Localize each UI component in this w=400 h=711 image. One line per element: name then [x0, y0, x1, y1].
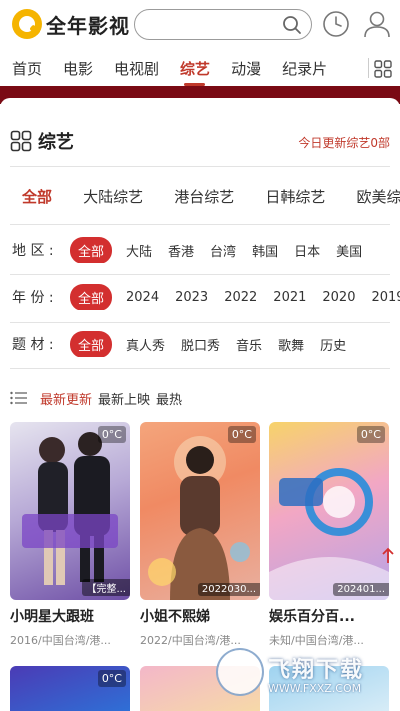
show-title[interactable]: 娱乐百分百...: [269, 606, 389, 626]
poster-art: [22, 432, 118, 585]
category-nav: 首页 电影 电视剧 综艺 动漫 纪录片: [0, 50, 400, 86]
sort-bar: 最新更新 最新上映 最热: [10, 388, 188, 408]
filter-option[interactable]: 2020: [322, 290, 355, 305]
grid-menu-icon[interactable]: [374, 60, 392, 78]
divider: [10, 322, 390, 323]
poster-art: [269, 468, 389, 600]
filter-option[interactable]: 大陆: [126, 241, 152, 260]
tab-western[interactable]: 欧美综艺: [356, 186, 400, 207]
filter-option[interactable]: 历史: [320, 335, 346, 354]
tab-jp-kr[interactable]: 日韩综艺: [265, 186, 325, 207]
filter-option[interactable]: 音乐: [236, 335, 262, 354]
nav-movies[interactable]: 电影: [63, 58, 102, 79]
search-input[interactable]: [134, 9, 312, 40]
show-poster[interactable]: 0°C 202401...: [269, 422, 389, 600]
sort-latest-release[interactable]: 最新上映: [98, 389, 150, 408]
history-icon[interactable]: [322, 10, 350, 38]
show-card[interactable]: 0°C 2022030... 小姐不熙娣 2022/中国台湾/港...: [140, 422, 260, 648]
site-watermark: 飞翔下载 WWW.FXXZ.COM: [216, 646, 400, 710]
variety-panel: 综艺 今日更新综艺0部 全部 大陆综艺 港台综艺 日韩综艺 欧美综艺 地 区 :…: [0, 98, 400, 711]
show-poster[interactable]: 0°C 【完整...: [10, 422, 130, 600]
filter-option[interactable]: 台湾: [210, 241, 236, 260]
heat-badge: 0°C: [97, 670, 126, 687]
filter-option[interactable]: 2019: [371, 290, 400, 305]
filter-option[interactable]: 全部: [70, 284, 113, 310]
nav-variety[interactable]: 综艺: [180, 58, 219, 86]
nav-documentary[interactable]: 纪录片: [282, 58, 336, 79]
show-title[interactable]: 小明星大跟班: [10, 606, 130, 626]
logo-icon: [12, 9, 42, 39]
tab-hk-tw[interactable]: 港台综艺: [174, 186, 234, 207]
nav-tv[interactable]: 电视剧: [114, 58, 168, 79]
nav-home[interactable]: 首页: [12, 58, 51, 79]
filter-option[interactable]: 香港: [168, 241, 194, 260]
filter-label: 题 材 :: [12, 337, 54, 353]
filter-year: 年 份 : 全部 2024 2023 2022 2021 2020 2019: [12, 284, 400, 310]
heat-badge: 0°C: [97, 426, 126, 443]
category-grid-icon: [10, 130, 32, 152]
list-icon: [10, 391, 27, 405]
today-update-link[interactable]: 今日更新综艺0部: [298, 134, 390, 151]
filter-region: 地 区 : 全部 大陆 香港 台湾 韩国 日本 美国: [12, 237, 400, 263]
filter-option[interactable]: 2023: [175, 290, 208, 305]
tab-all[interactable]: 全部: [22, 186, 52, 207]
filter-label: 年 份 :: [12, 290, 54, 306]
panel-title: 综艺: [38, 132, 74, 153]
user-icon[interactable]: [362, 9, 392, 39]
divider: [10, 224, 390, 225]
show-title[interactable]: 小姐不熙娣: [140, 606, 260, 626]
show-card[interactable]: 0°C 【完整... 小明星大跟班 2016/中国台湾/港...: [10, 422, 130, 648]
scroll-up-icon[interactable]: [382, 546, 394, 564]
filter-option[interactable]: 歌舞: [278, 335, 304, 354]
filter-option[interactable]: 全部: [70, 237, 113, 263]
filter-option[interactable]: 2021: [273, 290, 306, 305]
show-card[interactable]: 0°C 202401... 娱乐百分百... 未知/中国台湾/港...: [269, 422, 389, 648]
tab-mainland[interactable]: 大陆综艺: [83, 186, 143, 207]
filter-label: 地 区 :: [12, 243, 54, 259]
panel-header: 综艺 今日更新综艺0部: [10, 126, 390, 156]
show-poster[interactable]: 0°C 2022030...: [140, 422, 260, 600]
heat-badge: 0°C: [227, 426, 256, 443]
episode-tag: 202401...: [333, 583, 389, 596]
sort-hottest[interactable]: 最热: [156, 389, 182, 408]
sort-latest-update[interactable]: 最新更新: [40, 389, 92, 408]
episode-tag: 2022030...: [197, 583, 260, 596]
nav-divider: [368, 58, 369, 78]
filter-option[interactable]: 美国: [336, 241, 362, 260]
episode-tag: 【完整...: [82, 579, 130, 596]
heat-badge: 0°C: [356, 426, 385, 443]
divider: [10, 368, 390, 369]
filter-option[interactable]: 脱口秀: [181, 335, 220, 354]
app-logo[interactable]: 全年影视: [12, 9, 130, 39]
show-poster[interactable]: 0°C: [10, 666, 130, 711]
nav-anime[interactable]: 动漫: [231, 58, 270, 79]
filter-option[interactable]: 2022: [224, 290, 257, 305]
watermark-logo-icon: [216, 648, 264, 696]
filter-theme: 题 材 : 全部 真人秀 脱口秀 音乐 歌舞 历史: [12, 331, 400, 357]
filter-option[interactable]: 全部: [70, 331, 113, 357]
divider: [10, 166, 390, 167]
watermark-url: WWW.FXXZ.COM: [268, 682, 362, 695]
app-header: 全年影视: [0, 0, 400, 50]
filter-option[interactable]: 韩国: [252, 241, 278, 260]
filter-option[interactable]: 2024: [126, 290, 159, 305]
filter-option[interactable]: 日本: [294, 241, 320, 260]
filter-option[interactable]: 真人秀: [126, 335, 165, 354]
watermark-name: 飞翔下载: [268, 658, 365, 683]
app-name: 全年影视: [46, 13, 130, 38]
poster-art: [148, 436, 250, 600]
search-icon[interactable]: [282, 15, 302, 35]
region-tabs: 全部 大陆综艺 港台综艺 日韩综艺 欧美综艺: [12, 186, 400, 210]
divider: [10, 274, 390, 275]
show-meta: 2016/中国台湾/港...: [10, 634, 111, 647]
